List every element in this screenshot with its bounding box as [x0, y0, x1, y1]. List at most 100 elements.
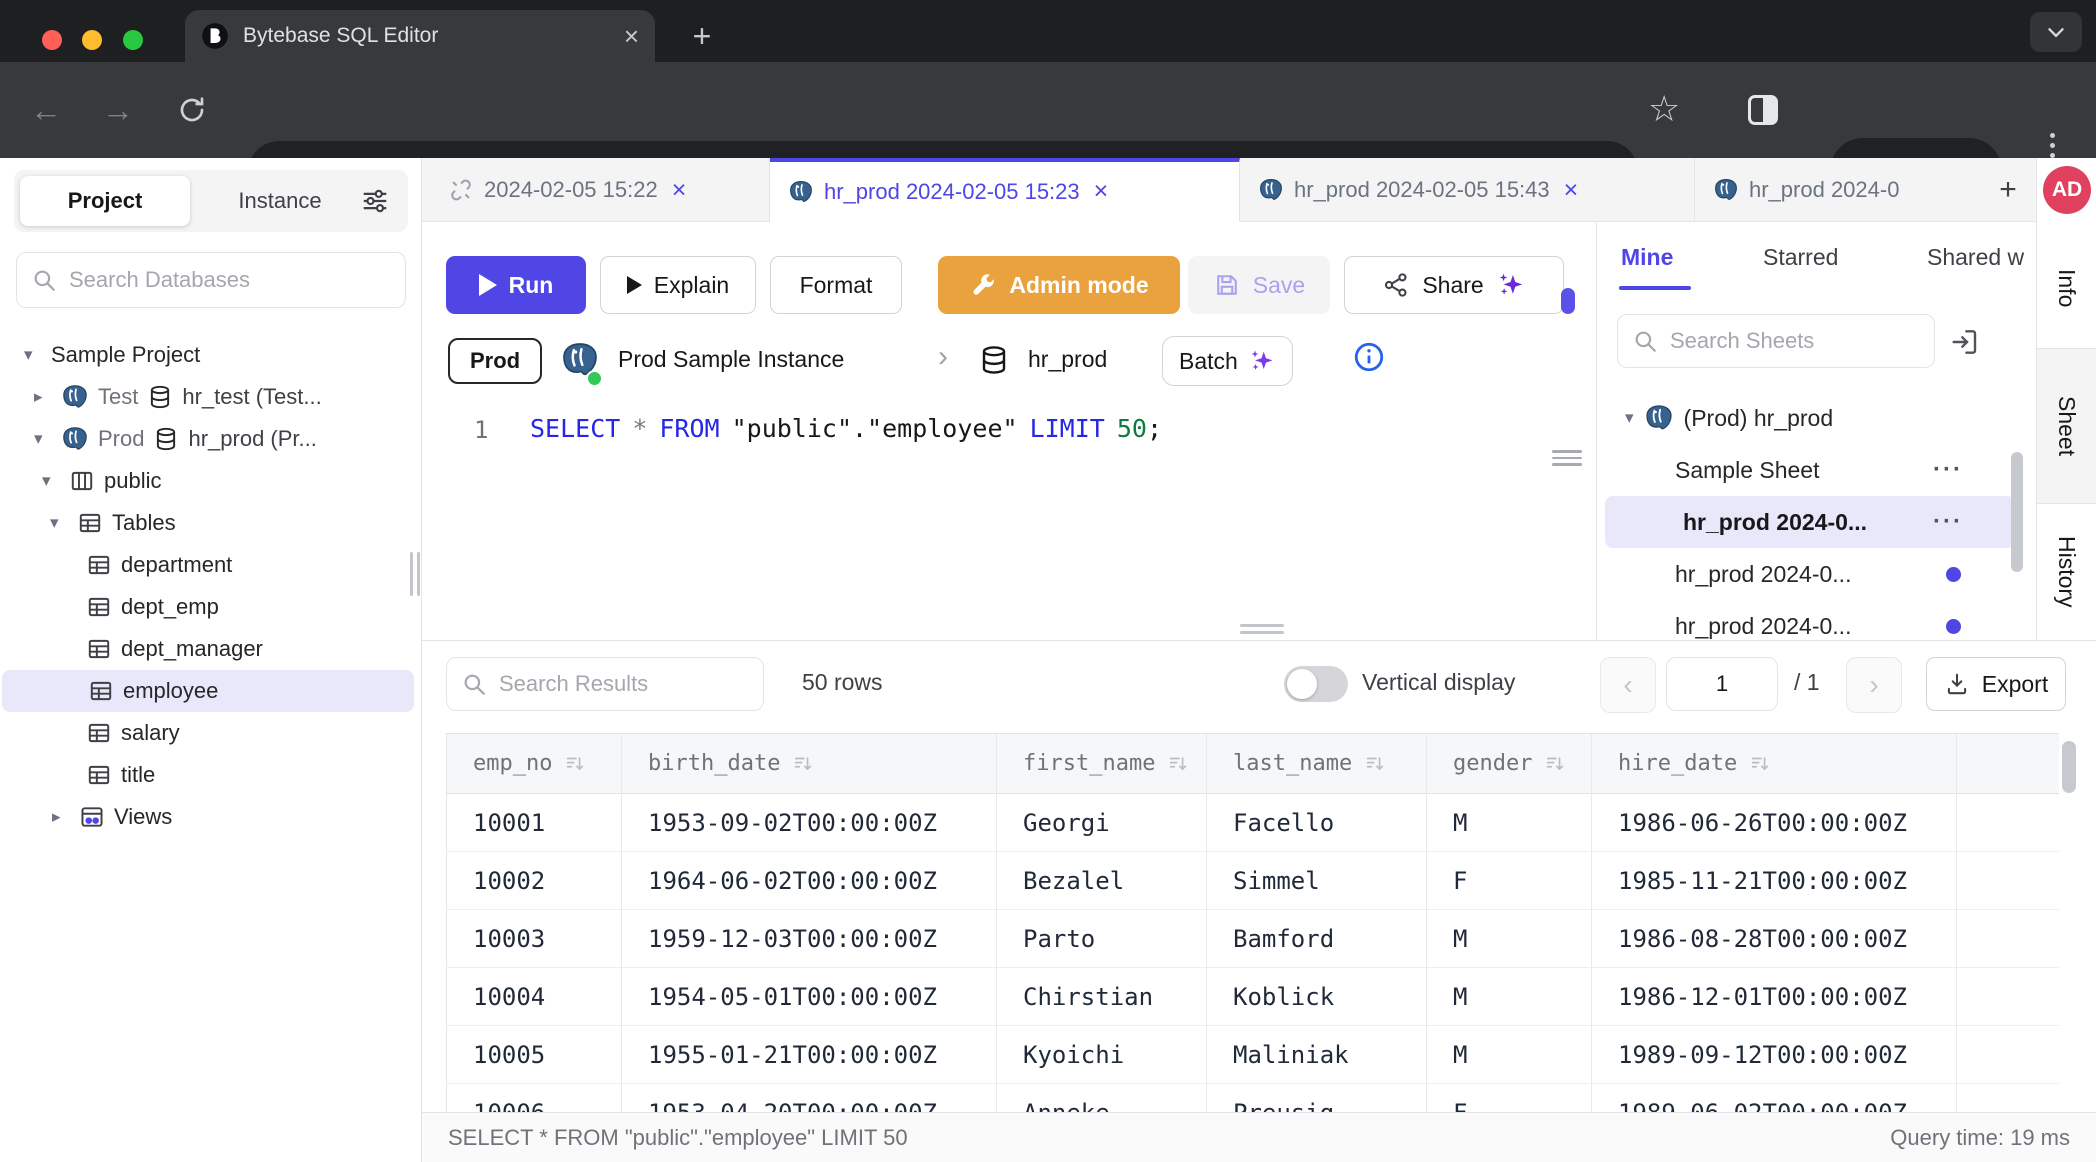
sort-icon[interactable]	[1364, 753, 1386, 775]
sheet-menu-icon[interactable]: ···	[1933, 456, 1963, 484]
rail-tab-sheet[interactable]: Sheet	[2037, 349, 2096, 504]
table-scrollbar-thumb[interactable]	[2062, 741, 2076, 793]
database-name[interactable]: hr_prod	[1028, 346, 1107, 373]
new-tab-button[interactable]: +	[680, 16, 724, 56]
cell[interactable]: Parto	[997, 910, 1207, 968]
cell[interactable]: 10006	[447, 1084, 622, 1114]
cell[interactable]: Anneke	[997, 1084, 1207, 1114]
tree-settings-button[interactable]	[360, 186, 390, 221]
column-header[interactable]: birth_date	[622, 734, 997, 794]
tab-search-chevron-button[interactable]	[2030, 12, 2082, 52]
cell[interactable]: Georgi	[997, 794, 1207, 852]
tab-close-icon[interactable]: ×	[624, 21, 639, 52]
column-header[interactable]: gender	[1427, 734, 1592, 794]
cell[interactable]: 10005	[447, 1026, 622, 1084]
collapse-panel-button[interactable]	[1949, 326, 1981, 363]
tree-node-views-group[interactable]: ▸ Views	[0, 796, 414, 838]
table-row[interactable]: 10001 1953-09-02T00:00:00Z Georgi Facell…	[447, 794, 2059, 852]
user-avatar[interactable]: AD	[2043, 166, 2091, 214]
cell[interactable]: F	[1427, 1084, 1592, 1114]
column-header[interactable]: last_name	[1207, 734, 1427, 794]
sheet-item-sample-sheet[interactable]: Sample Sheet ···	[1597, 444, 2023, 496]
table-row[interactable]: 10005 1955-01-21T00:00:00Z Kyoichi Malin…	[447, 1026, 2059, 1084]
sheet-tab-2-active[interactable]: hr_prod 2024-02-05 15:23 ×	[770, 158, 1240, 222]
tree-node-table-salary[interactable]: salary	[0, 712, 414, 754]
batch-mode-button[interactable]: Batch	[1162, 336, 1293, 386]
tree-node-prod-db[interactable]: ▾ Prod hr_prod (Pr...	[0, 418, 414, 460]
tree-node-table-dept-manager[interactable]: dept_manager	[0, 628, 414, 670]
tree-node-table-dept-emp[interactable]: dept_emp	[0, 586, 414, 628]
caret-down-icon[interactable]: ▾	[24, 345, 42, 365]
macos-zoom-button[interactable]	[123, 30, 143, 50]
sheet-group-prod-hr-prod[interactable]: ▾ (Prod) hr_prod	[1597, 392, 2023, 444]
sort-icon[interactable]	[792, 753, 814, 775]
sort-icon[interactable]	[1167, 753, 1189, 775]
caret-down-icon[interactable]: ▾	[34, 429, 52, 449]
caret-down-icon[interactable]: ▾	[1625, 408, 1634, 428]
cell[interactable]: 1986-06-26T00:00:00Z	[1592, 794, 1957, 852]
sheet-tab-1[interactable]: 2024-02-05 15:22 ×	[430, 158, 770, 222]
cell[interactable]: M	[1427, 794, 1592, 852]
cell[interactable]: M	[1427, 910, 1592, 968]
tab-project[interactable]: Project	[20, 176, 190, 226]
close-icon[interactable]: ×	[1094, 177, 1109, 206]
cell[interactable]: 1954-05-01T00:00:00Z	[622, 968, 997, 1026]
sheet-search[interactable]	[1617, 314, 1935, 368]
sql-code-line[interactable]: SELECT*FROM"public"."employee"LIMIT50;	[530, 414, 1162, 443]
tree-node-table-employee[interactable]: employee	[2, 670, 414, 712]
connection-info-button[interactable]	[1352, 340, 1386, 379]
cell[interactable]: F	[1427, 852, 1592, 910]
panel-resize-grip[interactable]	[1552, 450, 1582, 470]
column-header[interactable]: emp_no	[447, 734, 622, 794]
cell[interactable]: Preusig	[1207, 1084, 1427, 1114]
cell[interactable]: Maliniak	[1207, 1026, 1427, 1084]
sort-icon[interactable]	[564, 753, 586, 775]
cell[interactable]: Chirstian	[997, 968, 1207, 1026]
sort-icon[interactable]	[1749, 753, 1771, 775]
cell[interactable]: Simmel	[1207, 852, 1427, 910]
sheets-tab-mine[interactable]: Mine	[1621, 244, 1673, 271]
sheets-tab-shared[interactable]: Shared w	[1927, 244, 2024, 271]
side-panel-button[interactable]	[1748, 95, 1778, 125]
sheets-tab-starred[interactable]: Starred	[1763, 244, 1838, 271]
results-search-input[interactable]	[497, 670, 749, 698]
tree-node-tables-group[interactable]: ▾ Tables	[0, 502, 414, 544]
column-header[interactable]: first_name	[997, 734, 1207, 794]
page-number-box[interactable]	[1666, 657, 1778, 711]
browser-tab[interactable]: Bytebase SQL Editor ×	[185, 10, 655, 62]
cell[interactable]: 1989-09-12T00:00:00Z	[1592, 1026, 1957, 1084]
cell[interactable]: 1985-11-21T00:00:00Z	[1592, 852, 1957, 910]
sheet-item-unsaved-1[interactable]: hr_prod 2024-0...	[1597, 548, 2023, 600]
vertical-display-toggle[interactable]	[1284, 666, 1348, 702]
tree-node-table-title[interactable]: title	[0, 754, 414, 796]
tree-node-table-department[interactable]: department	[0, 544, 414, 586]
cell[interactable]: 1959-12-03T00:00:00Z	[622, 910, 997, 968]
forward-button[interactable]: →	[90, 62, 146, 158]
caret-right-icon[interactable]: ▸	[52, 807, 70, 827]
ai-sparkle-icon[interactable]	[1496, 270, 1526, 300]
rail-tab-info[interactable]: Info	[2037, 228, 2096, 349]
cell[interactable]: 1986-08-28T00:00:00Z	[1592, 910, 1957, 968]
back-button[interactable]: ←	[18, 62, 74, 158]
page-number-input[interactable]	[1667, 670, 1777, 698]
tree-node-schema-public[interactable]: ▾ public	[0, 460, 414, 502]
sheet-search-input[interactable]	[1668, 327, 1920, 355]
column-header[interactable]: hire_date	[1592, 734, 1957, 794]
database-search-input[interactable]	[67, 266, 391, 294]
macos-minimize-button[interactable]	[82, 30, 102, 50]
cell[interactable]: Bezalel	[997, 852, 1207, 910]
table-row[interactable]: 10003 1959-12-03T00:00:00Z Parto Bamford…	[447, 910, 2059, 968]
cell[interactable]: 1989-06-02T00:00:00Z	[1592, 1084, 1957, 1114]
cell[interactable]: 1986-12-01T00:00:00Z	[1592, 968, 1957, 1026]
format-button[interactable]: Format	[770, 256, 902, 314]
rail-tab-history[interactable]: History	[2037, 504, 2096, 640]
sheet-item-unsaved-2[interactable]: hr_prod 2024-0...	[1597, 600, 2023, 640]
sql-editor[interactable]: 1 SELECT*FROM"public"."employee"LIMIT50;	[422, 400, 1596, 640]
cell[interactable]: 1964-06-02T00:00:00Z	[622, 852, 997, 910]
caret-right-icon[interactable]: ▸	[34, 387, 52, 407]
sheet-list-scrollbar[interactable]	[2011, 452, 2023, 572]
sheet-item-selected[interactable]: hr_prod 2024-0... ···	[1605, 496, 2015, 548]
sheet-tab-3[interactable]: hr_prod 2024-02-05 15:43 ×	[1240, 158, 1695, 222]
cell[interactable]: Bamford	[1207, 910, 1427, 968]
cell[interactable]: 1953-09-02T00:00:00Z	[622, 794, 997, 852]
